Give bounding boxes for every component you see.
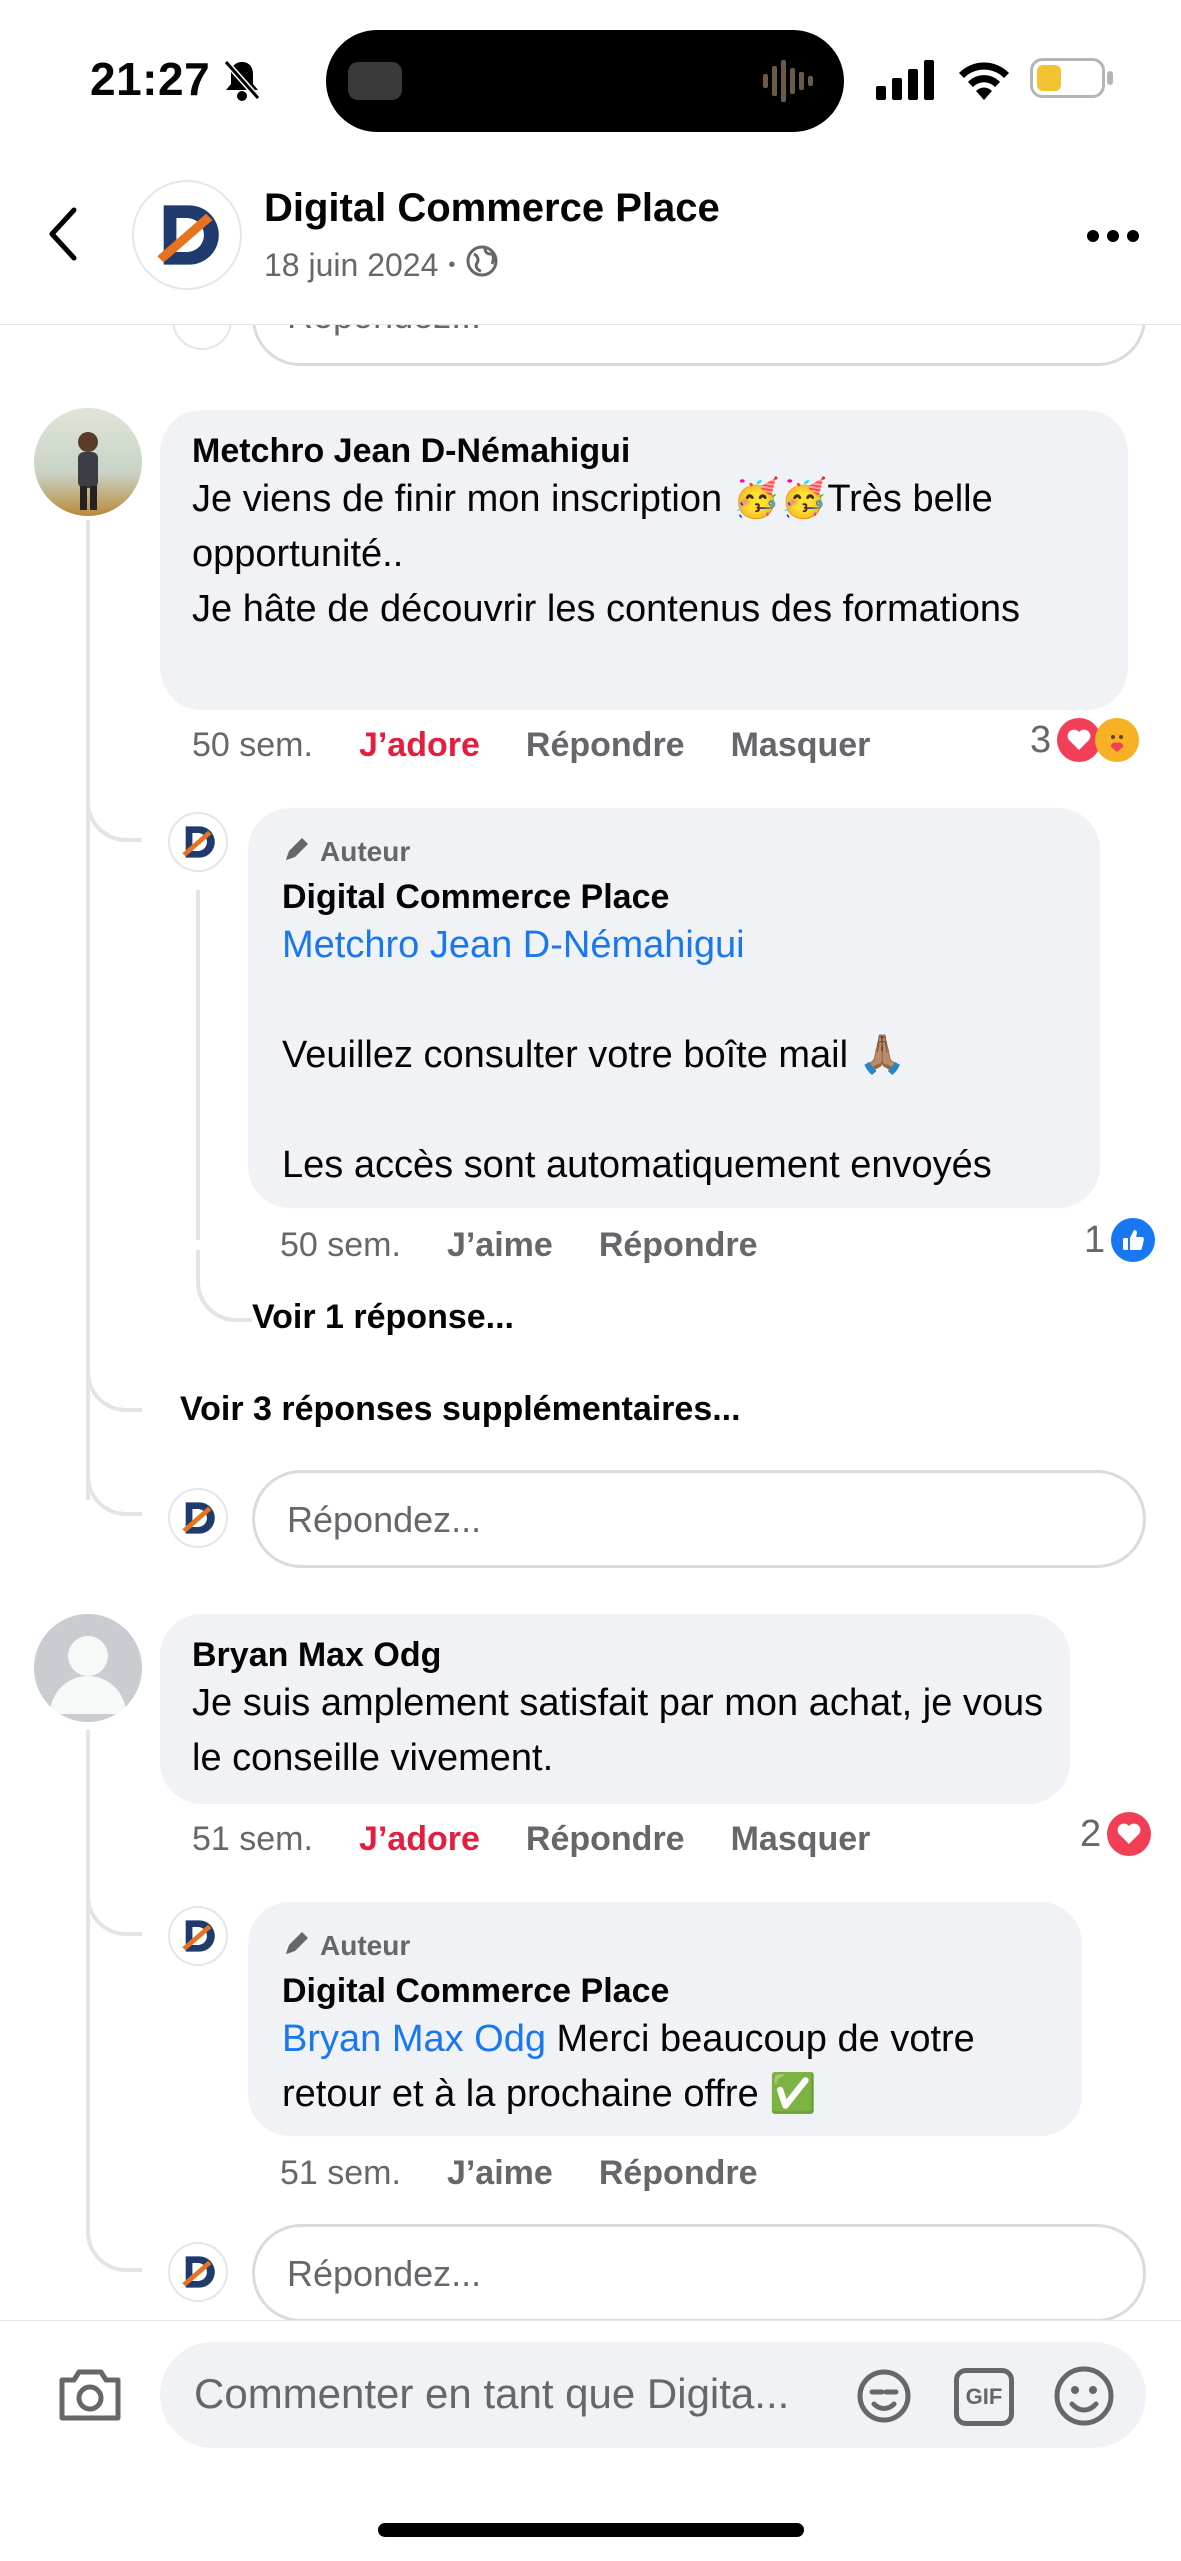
thread-curve-reply2: [86, 1864, 142, 1936]
reaction-summary[interactable]: 2: [1080, 1812, 1152, 1856]
reaction-count: 3: [1030, 718, 1052, 761]
pen-icon: [282, 834, 312, 869]
like-button[interactable]: J’aime: [447, 1226, 553, 1265]
like-count: 1: [1084, 1218, 1106, 1261]
thread-line-comment2: [86, 1730, 90, 2210]
pen-icon: [282, 1928, 312, 1963]
love-reaction-button[interactable]: J’adore: [359, 1820, 480, 1859]
reply-button[interactable]: Répondre: [526, 726, 685, 765]
reply-actions: 50 sem. J’aime Répondre: [280, 1226, 758, 1265]
reaction-summary[interactable]: 3: [1030, 718, 1140, 762]
hide-button[interactable]: Masquer: [731, 726, 871, 765]
dynamic-island: [326, 30, 844, 132]
reply-author[interactable]: Digital Commerce Place: [282, 878, 669, 917]
reply-time: 50 sem.: [280, 1226, 401, 1264]
gif-icon[interactable]: GIF: [954, 2368, 1014, 2426]
reply-button[interactable]: Répondre: [526, 1820, 685, 1859]
author-reply-avatar[interactable]: [168, 812, 228, 872]
cellular-signal-icon: [876, 60, 938, 105]
see-more-replies-link[interactable]: Voir 3 réponses supplémentaires...: [180, 1390, 741, 1429]
emoji-icon[interactable]: [1052, 2364, 1116, 2433]
thread-line-nested: [196, 890, 200, 1240]
like-button[interactable]: J’aime: [447, 2154, 553, 2193]
author-badge: Auteur: [282, 1928, 410, 1963]
reply-author[interactable]: Digital Commerce Place: [282, 1972, 669, 2011]
reply-button[interactable]: Répondre: [599, 2154, 758, 2193]
author-badge-label: Auteur: [320, 835, 411, 867]
comment-input-placeholder: Commenter en tant que Digita...: [194, 2370, 790, 2417]
post-date: 18 juin 2024: [264, 246, 439, 283]
globe-icon: [465, 244, 499, 286]
comment-author[interactable]: Metchro Jean D-Némahigui: [192, 432, 630, 471]
wifi-icon: [956, 56, 1012, 105]
thread-curve-reply-field1: [86, 1444, 142, 1516]
reply-input[interactable]: Répondez...: [252, 2224, 1146, 2322]
reply-placeholder: Répondez...: [287, 2253, 482, 2294]
reply-text-line2: Les accès sont automatiquement envoyés: [282, 1144, 992, 1186]
like-reaction-icon: [1111, 1218, 1156, 1262]
author-badge-label: Auteur: [320, 1929, 411, 1961]
love-reaction-button[interactable]: J’adore: [359, 726, 480, 765]
reply-actions: 51 sem. J’aime Répondre: [280, 2154, 758, 2193]
post-meta: 18 juin 2024 •: [264, 244, 499, 286]
reply-time: 51 sem.: [280, 2154, 401, 2192]
comment-text: Je viens de finir mon inscription 🥳🥳Très…: [192, 478, 1021, 630]
thread-curve-reply1: [86, 770, 142, 842]
comment-text: Je suis amplement satisfait par mon acha…: [192, 1682, 1044, 1779]
battery-icon: [1030, 58, 1114, 103]
commenter-avatar[interactable]: [34, 408, 142, 516]
author-badge: Auteur: [282, 834, 410, 869]
author-reply-avatar[interactable]: [168, 1906, 228, 1966]
avatar-sticker-icon[interactable]: [852, 2366, 916, 2431]
reply-field-avatar: [168, 2242, 228, 2302]
page-title[interactable]: Digital Commerce Place: [264, 186, 720, 231]
comment-bubble[interactable]: Bryan Max Odg Je suis amplement satisfai…: [160, 1614, 1070, 1804]
status-time: 21:27: [90, 53, 211, 105]
care-reaction-icon: [1095, 718, 1140, 762]
reply-text-line1: Veuillez consulter votre boîte mail 🙏🏽: [282, 1034, 906, 1076]
hide-button[interactable]: Masquer: [731, 1820, 871, 1859]
reply-mention[interactable]: Metchro Jean D-Némahigui: [282, 918, 745, 973]
thread-curve-see-more: [86, 1340, 142, 1412]
comment-time: 50 sem.: [192, 726, 313, 764]
comment-actions: 51 sem. J’adore Répondre Masquer: [192, 1820, 870, 1859]
author-reply-bubble[interactable]: Auteur Digital Commerce Place Metchro Je…: [248, 808, 1100, 1208]
audio-waveform-icon: [761, 60, 821, 107]
gif-label: GIF: [965, 2384, 1003, 2409]
reply-text: Bryan Max Odg Merci beaucoup de votre re…: [282, 2012, 1062, 2122]
live-activity-thumbnail: [348, 62, 402, 100]
reply-placeholder: Répondez...: [287, 1499, 482, 1540]
page-avatar[interactable]: [132, 180, 242, 290]
thread-curve-nested: [196, 1250, 252, 1322]
like-summary[interactable]: 1: [1084, 1218, 1156, 1262]
comment-time: 51 sem.: [192, 1820, 313, 1858]
camera-icon[interactable]: [56, 2366, 124, 2429]
reply-field-avatar: [168, 1488, 228, 1548]
author-reply-bubble[interactable]: Auteur Digital Commerce Place Bryan Max …: [248, 1902, 1082, 2136]
see-one-reply-link[interactable]: Voir 1 réponse...: [252, 1298, 514, 1337]
back-chevron-icon[interactable]: [46, 206, 78, 267]
more-options-icon[interactable]: [1086, 228, 1140, 249]
meta-separator: •: [448, 253, 456, 276]
commenter-avatar-default[interactable]: [34, 1614, 142, 1722]
reply-input[interactable]: Répondez...: [252, 1470, 1146, 1568]
heart-reaction-icon: [1107, 1812, 1152, 1856]
reply-button[interactable]: Répondre: [599, 1226, 758, 1265]
thread-curve-reply-field2: [86, 2200, 142, 2272]
reply-mention[interactable]: Bryan Max Odg: [282, 2018, 546, 2060]
home-indicator[interactable]: [378, 2523, 804, 2537]
comment-actions: 50 sem. J’adore Répondre Masquer: [192, 726, 870, 765]
reaction-count: 2: [1080, 1812, 1102, 1855]
bell-slash-icon: [222, 58, 262, 102]
comment-author[interactable]: Bryan Max Odg: [192, 1636, 441, 1675]
comment-bubble[interactable]: Metchro Jean D-Némahigui Je viens de fin…: [160, 410, 1128, 710]
